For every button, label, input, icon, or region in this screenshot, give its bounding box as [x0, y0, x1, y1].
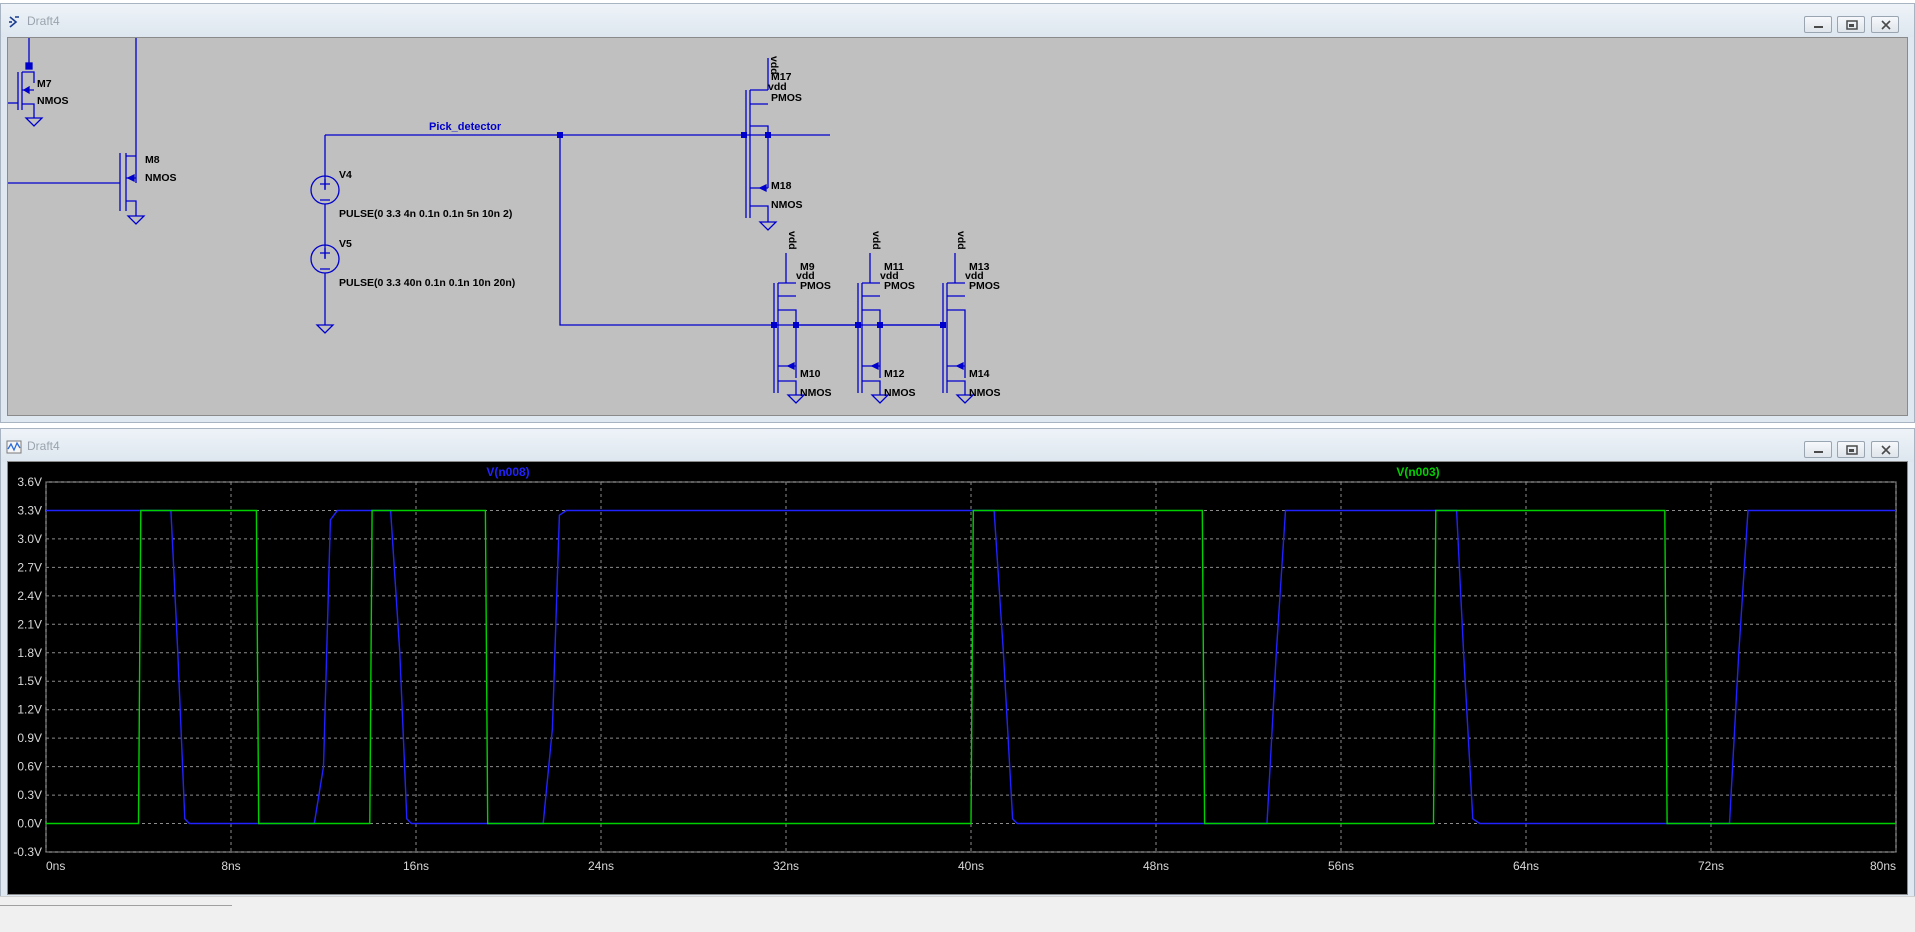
transistor-model-m7: NMOS: [37, 95, 69, 107]
legend-label: V(n003): [1396, 465, 1439, 479]
transistor-model-m17: PMOS: [771, 92, 802, 104]
x-tick-label: 72ns: [1698, 859, 1724, 873]
close-icon: [1881, 445, 1891, 455]
source-name-v5: V5: [339, 238, 352, 250]
x-tick-label: 48ns: [1143, 859, 1169, 873]
transistor-supply-m9: vdd: [786, 231, 798, 250]
transistor-model-m18: NMOS: [771, 199, 803, 211]
transistor-model-m10: NMOS: [800, 387, 832, 399]
waveform-window-title: Draft4: [27, 439, 60, 453]
schematic-window[interactable]: Draft4 Pick_detector V4 PULSE(0 3.3 4n 0…: [0, 3, 1915, 423]
y-tick-label: 0.6V: [17, 760, 42, 774]
y-tick-label: -0.3V: [13, 845, 42, 859]
transistor-name-m14: M14: [969, 368, 990, 380]
close-button[interactable]: [1871, 441, 1899, 458]
minimize-icon: [1814, 26, 1823, 28]
y-tick-label: 2.4V: [17, 589, 42, 603]
ltspice-waveform-icon: [6, 440, 22, 454]
minimize-button[interactable]: [1804, 16, 1832, 33]
series-line-vn003: [46, 509, 1896, 825]
minimize-button[interactable]: [1804, 441, 1832, 458]
y-tick-label: 3.6V: [17, 475, 42, 489]
y-tick-label: 1.2V: [17, 703, 42, 717]
waveform-titlebar[interactable]: Draft4: [1, 429, 1914, 462]
y-tick-label: 0.3V: [17, 788, 42, 802]
transistor-model-m13: PMOS: [969, 280, 1000, 292]
waveform-window[interactable]: Draft4 -0.3V 0.0V 0.3V 0.6V 0.9V 1.2V 1.5V 1.8V…: [0, 428, 1915, 902]
ltspice-schematic-icon: [9, 16, 19, 28]
restore-icon: [1846, 20, 1858, 30]
transistor-model-m11: PMOS: [884, 280, 915, 292]
minimize-icon: [1814, 451, 1823, 453]
x-tick-label: 16ns: [403, 859, 429, 873]
y-tick-label: 1.5V: [17, 674, 42, 688]
y-tick-label: 1.8V: [17, 646, 42, 660]
transistor-model-m14: NMOS: [969, 387, 1001, 399]
transistor-supply-m13: vdd: [955, 231, 967, 250]
transistor-name-m8: M8: [145, 154, 160, 166]
transistor-name-m12: M12: [884, 368, 905, 380]
schematic-drawing: Pick_detector V4 PULSE(0 3.3 4n 0.1n 0.1…: [8, 38, 1001, 404]
y-tick-label: 0.9V: [17, 731, 42, 745]
y-tick-label: 3.0V: [17, 532, 42, 546]
schematic-titlebar[interactable]: Draft4: [1, 4, 1914, 37]
y-tick-label: 3.3V: [17, 503, 42, 517]
restore-button[interactable]: [1837, 441, 1865, 458]
x-tick-label: 80ns: [1870, 859, 1896, 873]
source-name-v4: V4: [339, 169, 352, 181]
close-icon: [1881, 20, 1891, 30]
net-label-pick-detector: Pick_detector: [429, 121, 502, 133]
restore-button[interactable]: [1837, 16, 1865, 33]
source-value-v4: PULSE(0 3.3 4n 0.1n 0.1n 5n 10n 2): [339, 208, 512, 220]
transistor-name-m18: M18: [771, 180, 792, 192]
x-tick-label: 64ns: [1513, 859, 1539, 873]
schematic-canvas[interactable]: Pick_detector V4 PULSE(0 3.3 4n 0.1n 0.1…: [7, 37, 1908, 416]
transistor-model-m12: NMOS: [884, 387, 916, 399]
status-bar-separator: [0, 905, 232, 906]
transistor-name-m10: M10: [800, 368, 821, 380]
x-tick-label: 32ns: [773, 859, 799, 873]
close-button[interactable]: [1871, 16, 1899, 33]
y-tick-label: 2.7V: [17, 560, 42, 574]
source-value-v5: PULSE(0 3.3 40n 0.1n 0.1n 10n 20n): [339, 277, 515, 289]
y-tick-label: 0.0V: [17, 817, 42, 831]
waveform-chart[interactable]: -0.3V 0.0V 0.3V 0.6V 0.9V 1.2V 1.5V 1.8V 2.1V 2.4…: [8, 462, 1909, 896]
waveform-plot-area[interactable]: -0.3V 0.0V 0.3V 0.6V 0.9V 1.2V 1.5V 1.8V 2.1V 2.4…: [7, 461, 1908, 895]
restore-icon: [1846, 445, 1858, 455]
y-tick-label: 2.1V: [17, 617, 42, 631]
x-tick-label: 24ns: [588, 859, 614, 873]
x-tick-label: 0ns: [46, 859, 65, 873]
legend-label: V(n008): [486, 465, 529, 479]
transistor-name-m7: M7: [37, 78, 52, 90]
transistor-supply-m11: vdd: [870, 231, 882, 250]
x-tick-label: 8ns: [221, 859, 240, 873]
transistor-model-m8: NMOS: [145, 172, 177, 184]
status-bar: [0, 896, 1915, 932]
x-tick-label: 40ns: [958, 859, 984, 873]
schematic-window-title: Draft4: [27, 14, 60, 28]
x-tick-label: 56ns: [1328, 859, 1354, 873]
transistor-model-m9: PMOS: [800, 280, 831, 292]
